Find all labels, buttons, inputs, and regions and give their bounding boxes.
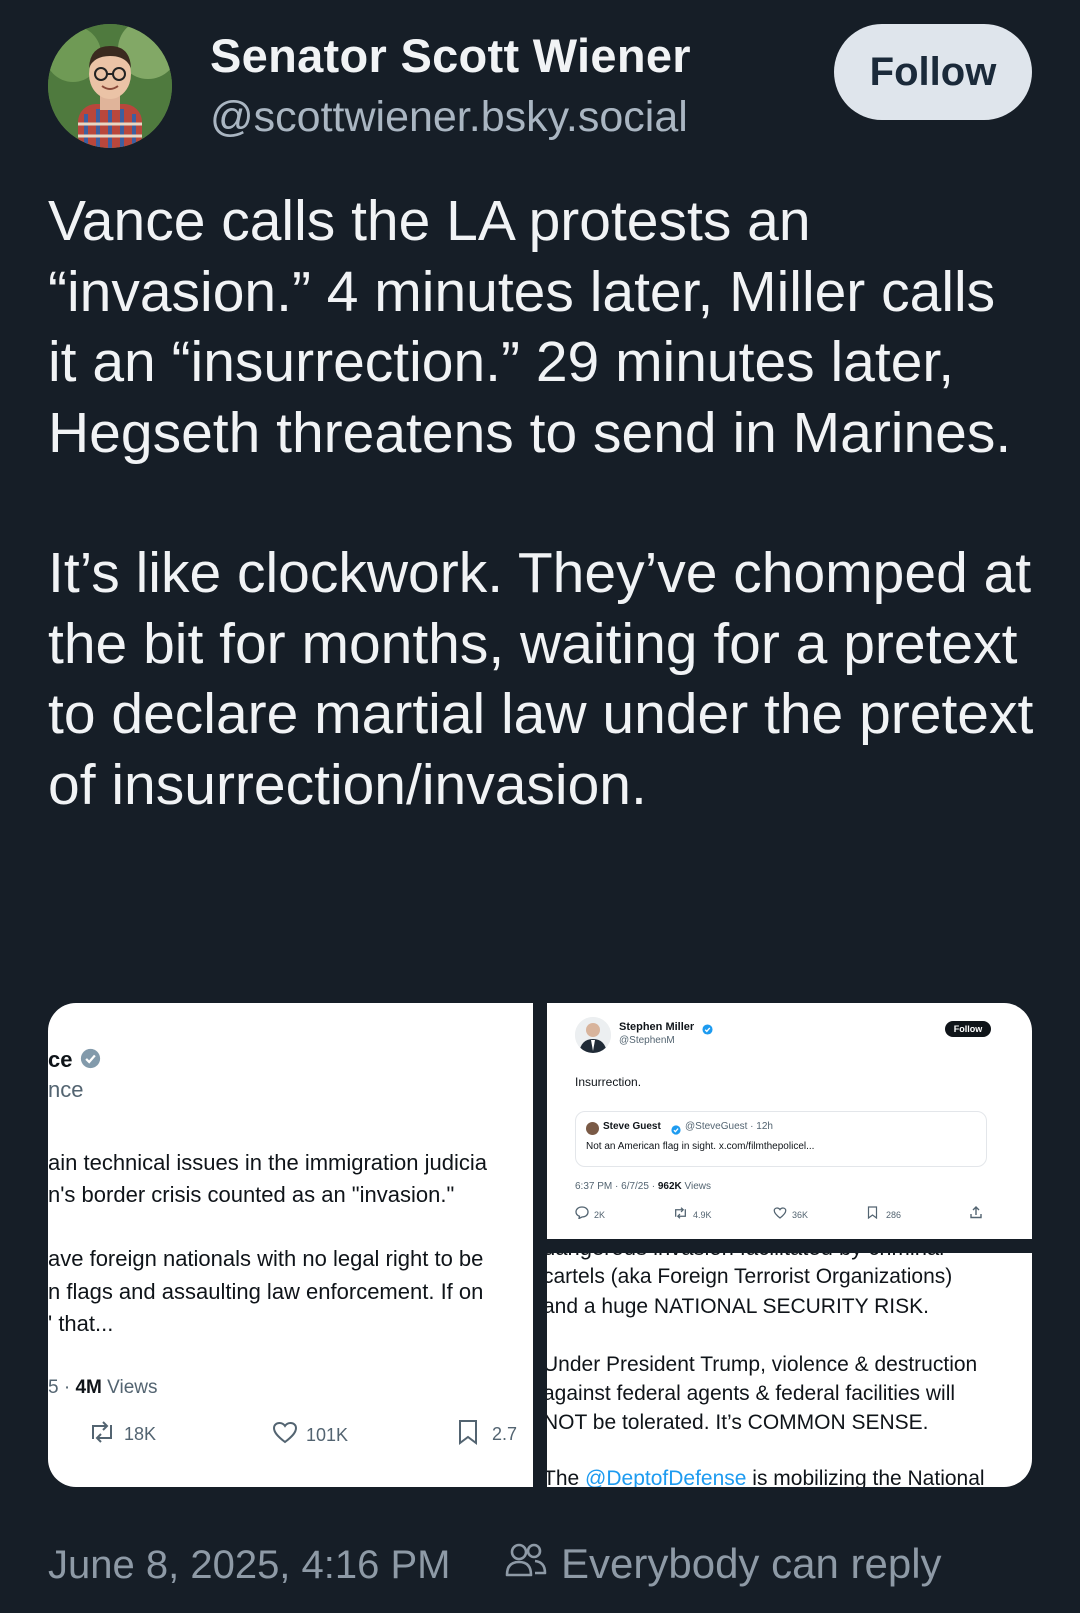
verified-icon [80, 1048, 101, 1074]
miller-follow-button: Follow [945, 1021, 991, 1037]
guest-handle-time: @SteveGuest · 12h [685, 1121, 773, 1132]
embed-image-vance[interactable]: ce nce ain technical issues in the immig… [48, 1003, 533, 1487]
embed-text-line: cartels (aka Foreign Terrorist Organizat… [547, 1265, 953, 1288]
views-count: 962K [657, 1181, 682, 1192]
bookmark-icon [458, 1419, 478, 1450]
repost-action: 4.9K [673, 1206, 712, 1224]
guest-text: Not an American flag in sight. x.com/fil… [586, 1141, 815, 1152]
embed-text-line: n's border crisis counted as an "invasio… [48, 1182, 455, 1207]
reply-setting[interactable]: Everybody can reply [505, 1540, 942, 1588]
embed-text-line: ' that... [48, 1311, 114, 1336]
embed-text-prefix: The [547, 1467, 586, 1487]
guest-avatar [586, 1122, 599, 1135]
post-paragraph: Vance calls the LA protests an “invasion… [48, 189, 1012, 465]
embed-text-line: ain technical issues in the immigration … [48, 1150, 487, 1175]
verified-icon [702, 1022, 713, 1040]
miller-meta-time: 6:37 PM · 6/7/25 · [575, 1181, 658, 1192]
bookmark-count: 286 [886, 1210, 902, 1220]
embed-text-suffix: is mobilizing the National [746, 1467, 985, 1487]
people-icon [505, 1540, 561, 1588]
repost-count: 18K [124, 1424, 157, 1444]
embed-text-line: and a huge NATIONAL SECURITY RISK. [547, 1295, 929, 1318]
comment-icon [575, 1206, 589, 1224]
views-count: 4M [75, 1377, 102, 1398]
embed-text-line: n flags and assaulting law enforcement. … [48, 1279, 484, 1304]
reply-action: 2K [575, 1206, 605, 1224]
like-count: 101K [306, 1424, 349, 1445]
reply-setting-label: Everybody can reply [561, 1540, 942, 1587]
embed-text-line: against federal agents & federal facilit… [547, 1382, 956, 1405]
miller-meta: 6:37 PM · 6/7/25 · 962K Views [575, 1181, 711, 1192]
repost-action[interactable]: 18K [88, 1421, 156, 1448]
avatar[interactable] [48, 24, 172, 148]
like-action: 36K [773, 1206, 808, 1224]
reply-count: 2K [594, 1210, 606, 1220]
embed-text-line: ave foreign nationals with no legal righ… [48, 1246, 484, 1271]
embed-author-handle: nce [48, 1077, 84, 1102]
miller-handle: @StephenM [619, 1035, 675, 1046]
verified-icon [671, 1122, 681, 1140]
heart-icon [272, 1421, 298, 1449]
embed-image-hegseth[interactable]: dangerous invasion facilitated by crimin… [547, 1253, 1032, 1487]
repost-icon [88, 1421, 116, 1448]
miller-post-text: Insurrection. [575, 1075, 642, 1089]
post-text: Vance calls the LA protests an “invasion… [48, 186, 1038, 820]
guest-name: Steve Guest [603, 1121, 661, 1132]
bookmark-icon [867, 1206, 878, 1224]
views-label: Views [107, 1377, 158, 1398]
views-label: Views [684, 1181, 712, 1192]
heart-icon [773, 1206, 787, 1224]
author-handle[interactable]: @scottwiener.bsky.social [210, 93, 688, 142]
embed-text-line: Under President Trump, violence & destru… [547, 1353, 978, 1376]
repost-count: 4.9K [693, 1210, 712, 1220]
post-paragraph: It’s like clockwork. They’ve chomped at … [48, 541, 1034, 817]
dept-defense-mention: @DeptofDefense [585, 1467, 747, 1487]
embed-author-name: ce [48, 1047, 73, 1072]
embed-text-line: The @DeptofDefense is mobilizing the Nat… [547, 1467, 985, 1487]
repost-icon [673, 1206, 688, 1224]
embed-meta: 5 · 4M Views [48, 1377, 157, 1399]
follow-button[interactable]: Follow [834, 24, 1032, 120]
bookmark-action[interactable]: 2.7 [458, 1419, 517, 1450]
embed-meta-time: 5 · [48, 1377, 76, 1398]
post-timestamp[interactable]: June 8, 2025, 4:16 PM [48, 1543, 451, 1588]
post-header: Senator Scott Wiener @scottwiener.bsky.s… [48, 22, 1032, 152]
author-name[interactable]: Senator Scott Wiener [210, 28, 691, 83]
share-icon [969, 1205, 983, 1224]
embed-text-line: NOT be tolerated. It’s COMMON SENSE. [547, 1411, 929, 1434]
like-count: 36K [792, 1210, 809, 1220]
bookmark-action: 286 [867, 1206, 901, 1224]
embed-image-miller[interactable]: Stephen Miller @StephenM Follow Insurrec… [547, 1003, 1032, 1239]
bookmark-count: 2.7 [492, 1424, 518, 1444]
embed-cut-line: dangerous invasion facilitated by crimin… [547, 1253, 944, 1261]
miller-avatar [575, 1017, 611, 1053]
miller-name: Stephen Miller [619, 1021, 695, 1033]
like-action[interactable]: 101K [272, 1421, 348, 1449]
quoted-post: Steve Guest @SteveGuest · 12h Not an Ame… [575, 1111, 987, 1167]
